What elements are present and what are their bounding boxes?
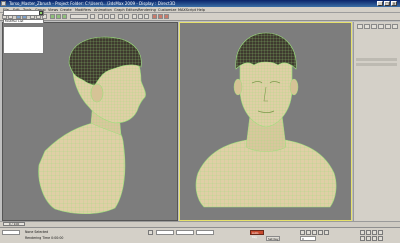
command-panel xyxy=(353,22,400,221)
z-coordinate-field[interactable] xyxy=(196,230,214,235)
zoom-extents-all-icon[interactable] xyxy=(378,230,383,235)
menu-graph-editors[interactable]: Graph Editors xyxy=(114,8,138,12)
material-editor-icon[interactable] xyxy=(152,14,157,19)
menu-create[interactable]: Create xyxy=(60,8,72,12)
modifier-stack[interactable] xyxy=(3,26,44,54)
display-tab-icon[interactable] xyxy=(385,24,391,29)
menu-customize[interactable]: Customize xyxy=(158,8,176,12)
app-icon[interactable] xyxy=(1,1,6,6)
create-tab-icon[interactable] xyxy=(357,24,363,29)
rollout-header[interactable] xyxy=(356,58,397,61)
menu-rendering[interactable]: Rendering xyxy=(138,8,156,12)
maximize-button[interactable]: □ xyxy=(384,1,390,6)
menu-help[interactable]: Help xyxy=(197,8,205,12)
front-bust-mesh xyxy=(195,32,337,208)
lock-selection-icon[interactable] xyxy=(148,230,153,235)
window-title: Torso_Master_Zbrush - Project Folder: C:… xyxy=(9,1,176,6)
selection-status: None Selected xyxy=(25,230,49,234)
angle-snap-icon[interactable] xyxy=(104,14,109,19)
minimize-button[interactable]: _ xyxy=(377,1,383,6)
rollout-header[interactable] xyxy=(356,63,397,66)
menu-modifiers[interactable]: Modifiers xyxy=(75,8,91,12)
previous-frame-icon[interactable] xyxy=(306,230,311,235)
mirror-icon[interactable] xyxy=(118,14,123,19)
reference-coordinate-dropdown[interactable] xyxy=(70,14,88,19)
title-bar: Torso_Master_Zbrush - Project Folder: C:… xyxy=(0,0,400,7)
percent-snap-icon[interactable] xyxy=(110,14,115,19)
set-key-button[interactable]: Set Key xyxy=(266,236,280,241)
auto-key-label: Auto Key xyxy=(252,231,259,239)
set-key-label: Set Key xyxy=(268,237,279,241)
hierarchy-tab-icon[interactable] xyxy=(371,24,377,29)
maxscript-listener[interactable] xyxy=(2,230,20,235)
object-name-field[interactable] xyxy=(3,10,44,16)
render-setup-icon[interactable] xyxy=(158,14,163,19)
close-button[interactable]: × xyxy=(391,1,397,6)
next-frame-icon[interactable] xyxy=(318,230,323,235)
motion-tab-icon[interactable] xyxy=(378,24,384,29)
layer-manager-icon[interactable] xyxy=(132,14,137,19)
prompt-line: Rendering Time 0:00:00 xyxy=(25,236,64,240)
schematic-view-icon[interactable] xyxy=(144,14,149,19)
menu-views[interactable]: Views xyxy=(48,8,58,12)
align-icon[interactable] xyxy=(124,14,129,19)
menu-maxscript[interactable]: MAXScript xyxy=(178,8,196,12)
go-to-start-icon[interactable] xyxy=(300,230,305,235)
move-icon[interactable] xyxy=(50,14,55,19)
play-icon[interactable] xyxy=(312,230,317,235)
main-toolbar xyxy=(0,13,400,21)
zoom-icon[interactable] xyxy=(360,230,365,235)
zoom-extents-icon[interactable] xyxy=(372,230,377,235)
auto-key-button[interactable]: Auto Key xyxy=(250,230,264,239)
current-frame-value: 0 xyxy=(302,237,304,241)
go-to-end-icon[interactable] xyxy=(324,230,329,235)
maximize-viewport-icon[interactable] xyxy=(378,236,383,241)
x-coordinate-field[interactable] xyxy=(156,230,174,235)
modify-tab-icon[interactable] xyxy=(364,24,370,29)
y-coordinate-field[interactable] xyxy=(176,230,194,235)
scale-icon[interactable] xyxy=(62,14,67,19)
rotate-icon[interactable] xyxy=(56,14,61,19)
current-frame-field[interactable]: 0 xyxy=(300,236,316,241)
menu-animation[interactable]: Animation xyxy=(94,8,112,12)
object-color-swatch[interactable] xyxy=(39,11,43,15)
field-of-view-icon[interactable] xyxy=(360,236,365,241)
pivot-icon[interactable] xyxy=(90,14,95,19)
utilities-tab-icon[interactable] xyxy=(392,24,398,29)
zoom-all-icon[interactable] xyxy=(366,230,371,235)
time-slider-thumb[interactable]: 0 / 100 xyxy=(3,222,25,226)
snap-icon[interactable] xyxy=(98,14,103,19)
status-bar: None Selected Rendering Time 0:00:00 Aut… xyxy=(0,227,400,243)
viewport-perspective-active[interactable] xyxy=(179,22,352,221)
render-icon[interactable] xyxy=(164,14,169,19)
pan-icon[interactable] xyxy=(366,236,371,241)
modifier-list-dropdown[interactable]: Modifier List xyxy=(3,19,44,24)
orbit-icon[interactable] xyxy=(372,236,377,241)
curve-editor-icon[interactable] xyxy=(138,14,143,19)
